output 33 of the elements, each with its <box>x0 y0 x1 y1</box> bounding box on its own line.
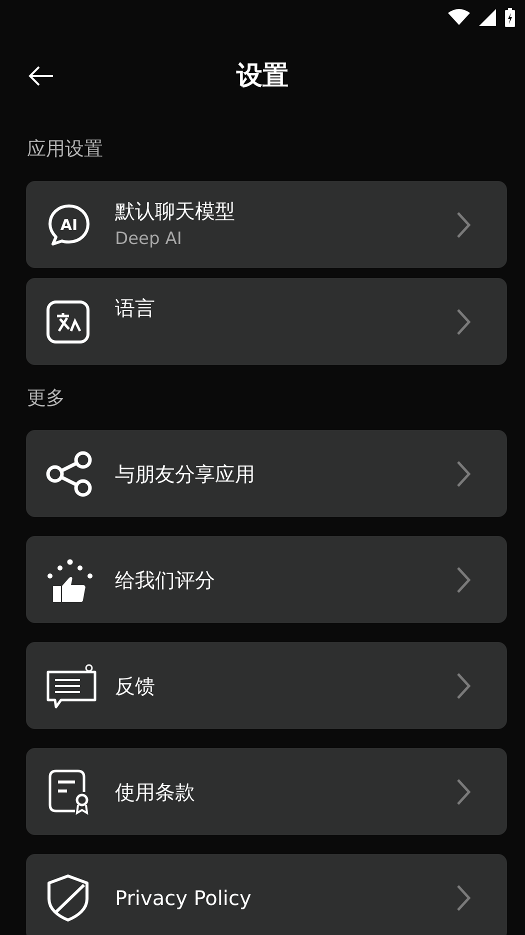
back-button[interactable] <box>28 66 54 86</box>
section-title: 应用设置 <box>27 137 104 162</box>
chevron-icon <box>456 566 471 594</box>
settings-item[interactable]: Privacy Policy <box>26 854 507 935</box>
item-title: 使用条款 <box>115 778 196 806</box>
item-title: 反馈 <box>115 672 156 700</box>
chevron-icon <box>456 672 471 700</box>
settings-item[interactable]: 使用条款 <box>26 748 507 835</box>
settings-item[interactable]: 语言 <box>26 278 507 365</box>
item-title: 语言 <box>115 295 156 322</box>
wifi-icon <box>448 9 470 25</box>
page-title: 设置 <box>236 60 288 92</box>
chevron-icon <box>456 460 471 488</box>
message-icon <box>45 662 99 710</box>
translate-icon <box>45 298 91 344</box>
chevron-icon <box>456 884 471 912</box>
settings-item[interactable]: 反馈 <box>26 642 507 729</box>
item-title: 默认聊天模型 <box>115 198 236 225</box>
item-subtitle: Deep AI <box>115 229 183 249</box>
shield-icon <box>45 872 91 922</box>
item-title: Privacy Policy <box>115 884 252 912</box>
signal-icon <box>479 8 496 26</box>
settings-item[interactable]: 与朋友分享应用 <box>26 430 507 517</box>
share-icon <box>45 450 93 498</box>
settings-item[interactable]: AI 默认聊天模型 Deep AI <box>26 181 507 268</box>
chevron-icon <box>456 210 471 238</box>
battery-icon <box>505 8 515 26</box>
settings-item[interactable]: 给我们评分 <box>26 536 507 623</box>
chevron-icon <box>456 308 471 336</box>
item-title: 与朋友分享应用 <box>115 460 256 488</box>
chevron-icon <box>456 778 471 806</box>
section-title: 更多 <box>27 386 66 411</box>
item-title: 给我们评分 <box>115 566 216 594</box>
